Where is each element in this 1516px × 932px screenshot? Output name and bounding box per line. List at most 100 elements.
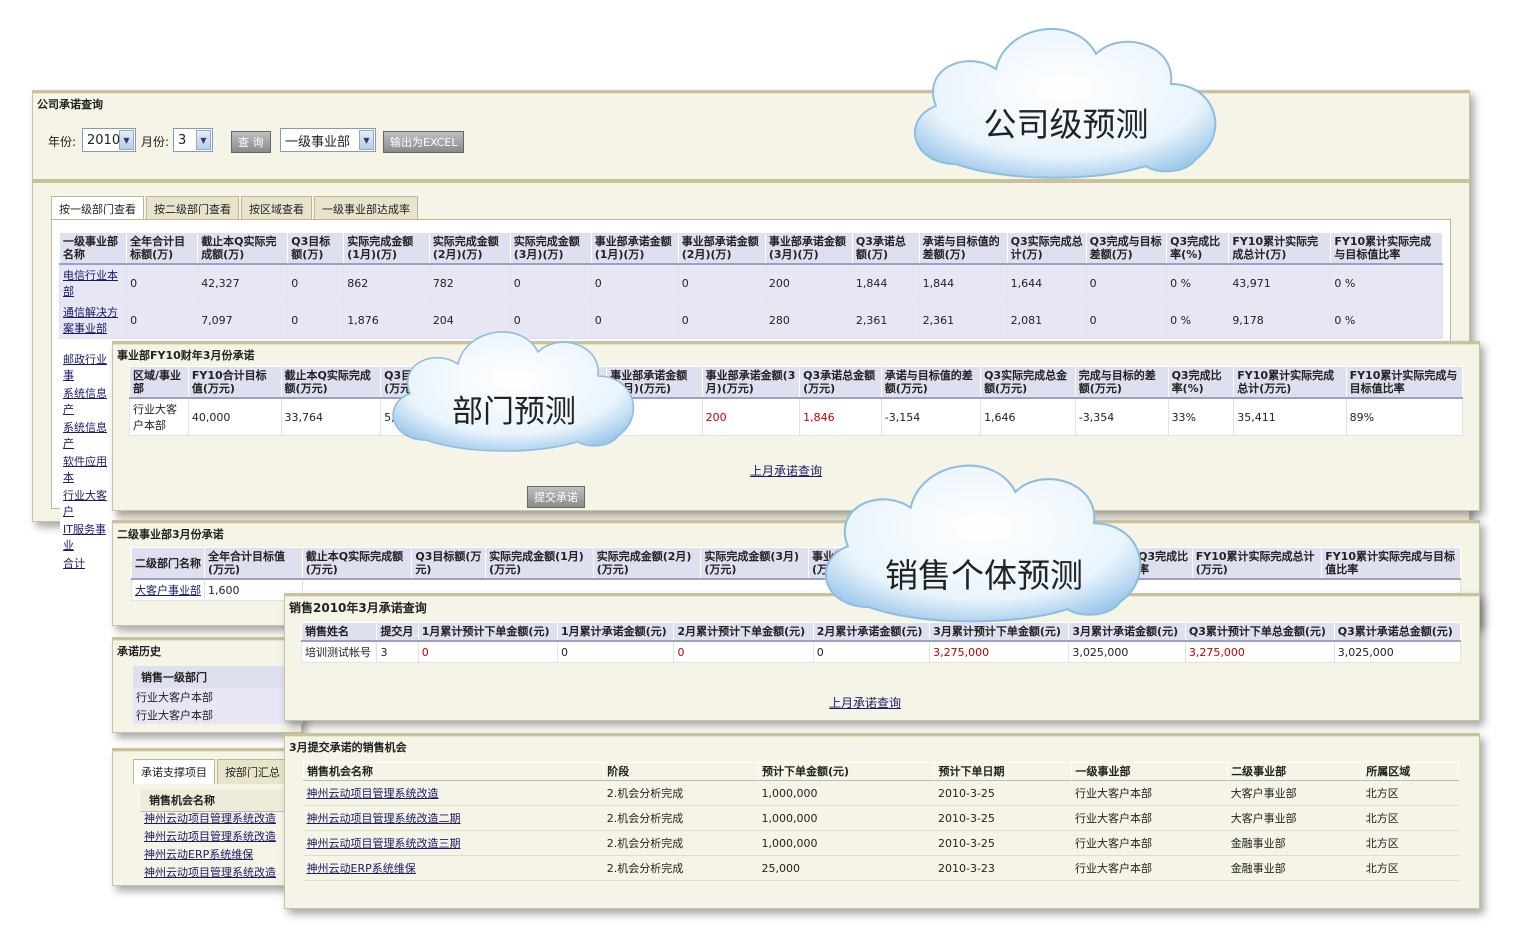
table-cell: 2.机会分析完成: [603, 780, 759, 807]
tab-region[interactable]: 按区域查看: [241, 196, 312, 221]
column-header: Q3目标额(万元): [411, 547, 487, 581]
table-cell[interactable]: 神州云动项目管理系统改造三期: [303, 830, 604, 857]
list-item[interactable]: IT服务事业: [60, 520, 116, 554]
column-header: 全年合计目标额(万): [126, 232, 199, 266]
list-item[interactable]: 神州云动项目管理系统改造: [141, 827, 303, 845]
table-cell: 2.机会分析完成: [603, 805, 759, 832]
table-cell: 行业大客户本部: [1071, 855, 1228, 882]
table-cell: 2,081: [1006, 301, 1087, 340]
list-item[interactable]: 行业大客户本部: [133, 706, 303, 724]
table-cell: 行业大客户本部: [1071, 805, 1228, 832]
table-cell: 0: [126, 263, 199, 303]
column-header: 预计下单日期: [934, 761, 1073, 782]
panel-title: 3月提交承诺的销售机会: [289, 741, 407, 754]
table-cell: 25,000: [758, 855, 935, 882]
column-header: 承诺与目标值的差额(万): [918, 232, 1008, 266]
opportunity-table: 销售机会名称 阶段 预计下单金额(元) 预计下单日期 一级事业部 二级事业部 所属区域 神州…: [302, 761, 1459, 882]
export-excel-button[interactable]: 输出为EXCEL: [383, 131, 465, 153]
table-cell[interactable]: 神州云动ERP系统维保: [303, 855, 604, 882]
year-select[interactable]: 2010 ▼: [82, 128, 136, 152]
table-cell: 3,275,000: [929, 640, 1070, 664]
column-header: 一级事业部: [1071, 761, 1229, 782]
table-cell[interactable]: 通信解决方案事业部: [58, 301, 128, 340]
query-button[interactable]: 查 询: [231, 131, 271, 153]
sales-forecast-cloud: [824, 464, 1142, 623]
history-list: 行业大客户本部 行业大客户本部: [133, 688, 303, 724]
table-cell: 0: [556, 640, 675, 664]
table-cell: 0 %: [1166, 263, 1230, 303]
chevron-down-icon: ▼: [196, 130, 211, 150]
table-cell[interactable]: 神州云动项目管理系统改造二期: [303, 805, 604, 832]
table-cell: 北方区: [1362, 855, 1459, 882]
column-header: 承诺与目标值的差额(万元): [880, 366, 982, 400]
list-item[interactable]: 系统信息产: [60, 418, 116, 452]
panel-rule: [113, 749, 301, 752]
column-header: 实际完成金额(2月)(万元): [592, 547, 702, 581]
table-row: 培训测试帐号 3 0 0 0 0 3,275,000 3,025,000 3,275,000 3,…: [300, 640, 1462, 664]
column-header: Q3承诺总额(万): [851, 232, 920, 266]
table-cell: 行业大客户本部: [1071, 830, 1228, 857]
list-item[interactable]: 合计: [60, 554, 116, 572]
table-cell[interactable]: 电信行业本部: [58, 263, 128, 303]
list-item[interactable]: 行业大客户: [60, 486, 116, 520]
table-cell: 2.机会分析完成: [603, 830, 759, 857]
level2-dept-link[interactable]: 大客户事业部: [131, 578, 205, 602]
list-item[interactable]: 邮政行业事: [60, 350, 116, 384]
table-cell: 9,178: [1228, 301, 1332, 340]
table-row: 神州云动项目管理系统改造三期 2.机会分析完成 1,000,000 2010-3-25…: [303, 830, 1459, 857]
tab-by-dept[interactable]: 按部门汇总: [217, 759, 288, 784]
chevron-down-icon: ▼: [119, 130, 134, 150]
table-cell: 0: [673, 640, 814, 664]
tab-level1[interactable]: 按一级部门查看: [51, 196, 144, 221]
table-row: 行业大客户本部40,00033,7645,000002001,846-3,154…: [129, 397, 1464, 437]
column-header: 实际完成金额(1月)(万元): [485, 547, 594, 581]
history-panel: 承诺历史 销售一级部门 行业大客户本部 行业大客户本部: [112, 637, 303, 733]
opportunity-panel: 3月提交承诺的销售机会 销售机会名称 阶段 预计下单金额(元) 预计下单日期 一级事业部…: [284, 733, 1480, 909]
table-cell: 3,025,000: [1333, 640, 1462, 664]
tab-support-projects[interactable]: 承诺支撑项目: [133, 759, 215, 784]
table-cell: 大客户事业部: [1227, 780, 1363, 807]
company-forecast-label: 公司级预测: [983, 105, 1149, 144]
tab-level2[interactable]: 按二级部门查看: [146, 196, 239, 221]
table-cell: 33,764: [280, 397, 382, 437]
list-item[interactable]: 软件应用本: [60, 452, 116, 486]
column-header: 销售姓名: [300, 622, 378, 643]
column-header: Q3累计预计下单总金额(元): [1184, 622, 1335, 643]
list-item[interactable]: 神州云动ERP系统维保: [141, 845, 303, 863]
table-cell: 40,000: [187, 397, 282, 437]
dept-select[interactable]: 一级事业部 ▼: [280, 128, 376, 152]
list-item[interactable]: 系统信息产: [60, 384, 116, 418]
table-cell: 0: [417, 640, 558, 664]
column-header: 区域/事业部: [129, 366, 189, 400]
last-month-query-link[interactable]: 上月承诺查询: [829, 694, 901, 711]
list-item[interactable]: 行业大客户本部: [133, 688, 303, 706]
table-cell: 782: [428, 263, 511, 303]
column-header: 预计下单金额(元): [757, 761, 936, 782]
column-header: 1月累计承诺金额(元): [556, 622, 675, 643]
column-header: FY10累计实际完成与目标值比率: [1330, 232, 1443, 266]
column-header: 所属区域: [1362, 761, 1459, 782]
table-cell: 7,097: [197, 301, 289, 340]
table-cell: 北方区: [1362, 830, 1459, 857]
table-cell: 大客户事业部: [1227, 805, 1363, 832]
column-header: Q3承诺总金额(万元): [799, 366, 882, 400]
table-cell: 0: [677, 301, 766, 340]
table-cell: 金融事业部: [1227, 855, 1363, 882]
table-cell: 1,844: [851, 263, 920, 303]
table-cell: 0: [1085, 301, 1168, 340]
table-row: 神州云动ERP系统维保 2.机会分析完成 25,000 2010-3-23 行业大客户本…: [303, 855, 1459, 882]
support-list: 神州云动项目管理系统改造 神州云动项目管理系统改造 神州云动ERP系统维保 神州…: [141, 809, 303, 881]
table-cell[interactable]: 神州云动项目管理系统改造: [303, 780, 604, 807]
list-item[interactable]: 神州云动项目管理系统改造: [141, 809, 303, 827]
column-header: Q3完成与目标差额(万): [1085, 232, 1168, 266]
tab-achievement[interactable]: 一级事业部达成率: [314, 196, 418, 221]
month-select[interactable]: 3 ▼: [173, 128, 213, 152]
table-row: 通信解决方案事业部 0 7,097 0 1,876 204 0 0 0 280 2,361 2,361…: [58, 301, 1443, 340]
sales-forecast-label: 销售个体预测: [885, 556, 1083, 595]
column-header: FY10累计实际完成总计(万): [1228, 232, 1332, 266]
submit-commit-button[interactable]: 提交承诺: [527, 486, 585, 508]
table-cell: 0: [1085, 263, 1168, 303]
list-item[interactable]: 神州云动项目管理系统改造: [141, 863, 303, 881]
column-header: 二级事业部: [1227, 761, 1364, 782]
column-header: 实际完成金额(2月)(万): [428, 232, 511, 266]
